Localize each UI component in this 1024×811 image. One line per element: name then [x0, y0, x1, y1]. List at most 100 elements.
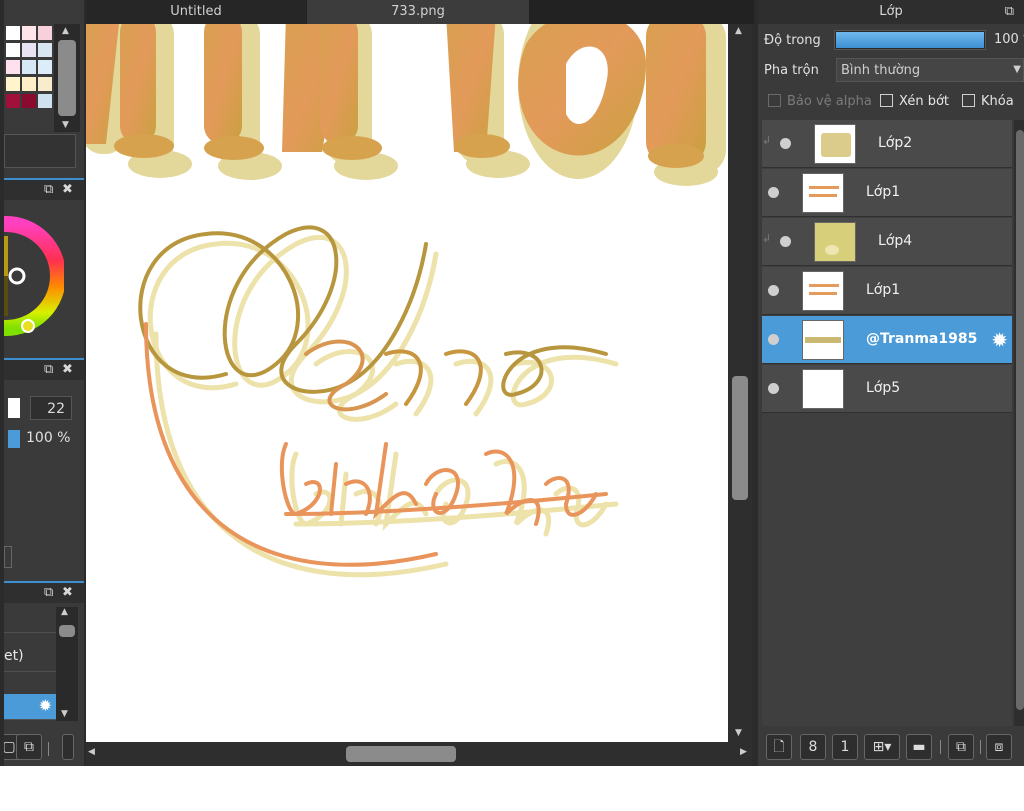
layer-row-selected[interactable]: @Tranma1985 ✹ — [762, 316, 1012, 364]
visibility-eye-icon[interactable] — [780, 236, 791, 247]
clipping-checkbox[interactable]: Xén bớt — [880, 94, 949, 110]
palette-swatch[interactable] — [38, 43, 52, 57]
gear-icon[interactable]: ✹ — [39, 696, 52, 715]
blend-mode-select[interactable]: Bình thường ▼ — [836, 58, 1024, 82]
palette-swatch[interactable] — [38, 94, 52, 108]
toolbar-separator — [48, 742, 49, 756]
app-window: ▲ ▼ ⧉ ✖ ⧉ ✖ 22 100 % ⧉ ✖ et) ✹ ▲ ▼ ▢ ⧉ U… — [0, 0, 1024, 766]
palette-swatch[interactable] — [6, 26, 20, 40]
layer-row[interactable]: Lớp1 — [762, 267, 1012, 315]
scroll-up-icon[interactable]: ▲ — [735, 26, 742, 36]
layer-row[interactable]: ↲ Lớp4 — [762, 218, 1012, 266]
layer-list-scroll-thumb[interactable] — [1016, 130, 1024, 710]
lock-label: Khóa — [981, 94, 1014, 109]
clipping-label: Xén bớt — [899, 94, 949, 109]
protect-alpha-checkbox[interactable]: Bảo vệ alpha — [768, 94, 872, 110]
document-tabbar: Untitled 733.png — [86, 0, 754, 24]
canvas-horizontal-scrollbar[interactable]: ◀ ▶ — [86, 742, 752, 766]
palette-swatch[interactable] — [6, 94, 20, 108]
scroll-up-icon[interactable]: ▲ — [62, 26, 69, 36]
brush-menu-button[interactable] — [62, 734, 74, 760]
tab-733-png[interactable]: 733.png — [307, 0, 529, 24]
brush-list-item-label: et) — [4, 648, 24, 664]
gear-icon[interactable]: ✹ — [991, 328, 1008, 352]
toolbar-separator — [940, 740, 941, 754]
add-layer-dropdown-icon[interactable]: ⊞▾ — [864, 734, 900, 760]
layer-row[interactable]: Lớp1 — [762, 169, 1012, 217]
brush-list-item[interactable] — [4, 607, 56, 633]
popout-icon[interactable]: ⧉ — [44, 182, 53, 197]
scroll-down-icon[interactable]: ▼ — [61, 709, 68, 719]
layer-row[interactable]: Lớp5 — [762, 365, 1012, 413]
palette-swatch[interactable] — [6, 77, 20, 91]
color-picker-handle — [8, 267, 26, 285]
layer-list-scrollbar[interactable] — [1014, 120, 1024, 726]
palette-scroll-thumb[interactable] — [58, 40, 76, 116]
brush-panel-box — [4, 546, 12, 568]
close-icon[interactable]: ✖ — [62, 362, 73, 377]
layer-thumbnail — [814, 222, 856, 262]
palette-scrollbar[interactable]: ▲ ▼ — [54, 24, 80, 132]
palette-swatch[interactable] — [22, 77, 36, 91]
visibility-eye-icon[interactable] — [768, 187, 779, 198]
drawing-canvas[interactable] — [86, 24, 728, 742]
scroll-up-icon[interactable]: ▲ — [61, 607, 68, 617]
palette-swatch[interactable] — [38, 26, 52, 40]
palette-swatch[interactable] — [22, 60, 36, 74]
close-icon[interactable]: ✖ — [62, 585, 73, 600]
opacity-label: Độ trong — [764, 33, 821, 48]
layer-opacity-slider[interactable] — [834, 30, 986, 50]
layers-panel: Lớp ⧉ Độ trong 100 % Pha trộn Bình thườn… — [758, 0, 1024, 766]
layer-thumbnail — [802, 271, 844, 311]
brush-panel-header: ⧉ ✖ — [4, 358, 84, 380]
scroll-down-icon[interactable]: ▼ — [62, 120, 69, 130]
palette-swatch[interactable] — [22, 94, 36, 108]
brush-list-scroll-thumb[interactable] — [59, 625, 75, 637]
visibility-eye-icon[interactable] — [768, 285, 779, 296]
canvas-vertical-scrollbar[interactable]: ▲ ▼ — [728, 24, 752, 742]
visibility-eye-icon[interactable] — [768, 383, 779, 394]
palette-swatch[interactable] — [38, 77, 52, 91]
scroll-down-icon[interactable]: ▼ — [735, 728, 742, 738]
brush-list-scrollbar[interactable]: ▲ ▼ — [56, 607, 78, 721]
canvas-horizontal-scroll-thumb[interactable] — [346, 746, 456, 762]
script-lettering — [138, 225, 608, 567]
palette-swatch[interactable] — [38, 60, 52, 74]
layer-opacity-value: 100 % — [994, 32, 1024, 47]
popout-icon[interactable]: ⧉ — [1005, 0, 1014, 24]
top-lettering — [86, 24, 726, 186]
palette-swatch[interactable] — [22, 43, 36, 57]
brush-list-item[interactable]: et) — [4, 642, 56, 672]
left-dock: ▲ ▼ ⧉ ✖ ⧉ ✖ 22 100 % ⧉ ✖ et) ✹ ▲ ▼ ▢ ⧉ — [4, 0, 84, 766]
color-wheel[interactable] — [4, 206, 64, 346]
new-layer-8bit-icon[interactable]: 8 — [800, 734, 826, 760]
lock-checkbox[interactable]: Khóa — [962, 94, 1014, 110]
brush-list-panel-header: ⧉ ✖ — [4, 581, 84, 603]
duplicate-brush-button[interactable]: ⧉ — [16, 734, 42, 760]
visibility-eye-icon[interactable] — [780, 138, 791, 149]
canvas-vertical-scroll-thumb[interactable] — [732, 376, 748, 500]
brush-opacity-slider[interactable] — [8, 430, 20, 448]
brush-list-item-selected[interactable]: ✹ — [4, 694, 56, 720]
palette-swatch[interactable] — [6, 60, 20, 74]
visibility-eye-icon[interactable] — [768, 334, 779, 345]
folder-icon[interactable]: ▬ — [906, 734, 932, 760]
popout-icon[interactable]: ⧉ — [44, 585, 53, 600]
palette-swatch[interactable] — [6, 43, 20, 57]
close-icon[interactable]: ✖ — [62, 182, 73, 197]
tab-untitled[interactable]: Untitled — [86, 0, 306, 24]
scroll-left-icon[interactable]: ◀ — [88, 747, 95, 757]
clipping-indicator-icon: ↲ — [762, 232, 772, 245]
duplicate-layer-icon[interactable]: ⧉ — [948, 734, 974, 760]
new-layer-1bit-icon[interactable]: 1 — [832, 734, 858, 760]
color-wheel-panel-header: ⧉ ✖ — [4, 178, 84, 200]
scroll-right-icon[interactable]: ▶ — [740, 747, 747, 757]
chevron-down-icon: ▼ — [1013, 64, 1021, 75]
palette-swatch[interactable] — [22, 26, 36, 40]
brush-size-field[interactable]: 22 — [30, 396, 72, 420]
popout-icon[interactable]: ⧉ — [44, 362, 53, 377]
layer-opacity-fill — [836, 32, 984, 48]
new-layer-icon[interactable]: 🗋 — [766, 734, 792, 760]
merge-layer-icon[interactable]: ⧈ — [986, 734, 1012, 760]
layer-row[interactable]: ↲ Lớp2 — [762, 120, 1012, 168]
